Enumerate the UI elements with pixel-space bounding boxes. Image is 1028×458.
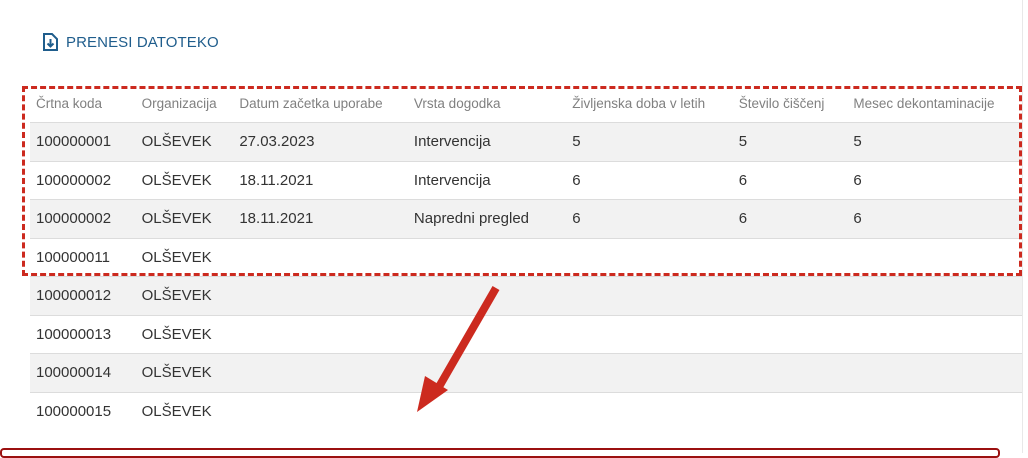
- cell-organization: OLŠEVEK: [135, 237, 234, 277]
- table-row[interactable]: 100000013 OLŠEVEK: [30, 314, 1022, 354]
- cell-start-date: 27.03.2023: [233, 122, 408, 161]
- cell-cleanings: 6: [732, 160, 848, 200]
- column-header-event-type[interactable]: Vrsta dogodka: [408, 84, 566, 123]
- download-file-button[interactable]: PRENESI DATOTEKO: [42, 33, 219, 51]
- cell-barcode: 100000011: [30, 237, 136, 277]
- table-row[interactable]: 100000001 OLŠEVEK 27.03.2023 Intervencij…: [30, 122, 1022, 161]
- cell-decontamination-month: [847, 391, 1022, 430]
- cell-barcode: 100000015: [30, 391, 136, 430]
- table-row[interactable]: 100000002 OLŠEVEK 18.11.2021 Intervencij…: [30, 160, 1022, 200]
- cell-barcode: 100000002: [30, 199, 136, 238]
- cell-cleanings: [732, 314, 848, 354]
- data-table: Črtna koda Organizacija Datum začetka up…: [30, 84, 1022, 430]
- cell-cleanings: [732, 391, 848, 430]
- cell-decontamination-month: [847, 276, 1022, 315]
- cell-organization: OLŠEVEK: [135, 391, 234, 430]
- cell-event-type: Napredni pregled: [407, 199, 567, 238]
- overlay-panel-edge: [0, 448, 1000, 458]
- cell-lifespan: [566, 276, 733, 315]
- cell-start-date: 18.11.2021: [233, 160, 408, 200]
- cell-event-type: [407, 314, 567, 354]
- cell-event-type: Intervencija: [407, 122, 567, 161]
- cell-lifespan: 5: [566, 122, 733, 161]
- column-header-lifespan[interactable]: Življenska doba v letih: [566, 84, 733, 123]
- cell-lifespan: [566, 237, 733, 277]
- cell-event-type: Intervencija: [407, 160, 567, 200]
- table-row[interactable]: 100000015 OLŠEVEK: [30, 391, 1022, 430]
- column-header-cleanings[interactable]: Število čiščenj: [733, 84, 848, 123]
- cell-start-date: [233, 353, 408, 392]
- cell-barcode: 100000002: [30, 160, 136, 200]
- cell-event-type: [407, 353, 567, 392]
- cell-decontamination-month: [847, 237, 1022, 277]
- table-row[interactable]: 100000011 OLŠEVEK: [30, 237, 1022, 277]
- cell-barcode: 100000013: [30, 314, 136, 354]
- cell-barcode: 100000012: [30, 276, 136, 315]
- cell-decontamination-month: 6: [847, 199, 1022, 238]
- cell-lifespan: 6: [566, 160, 733, 200]
- table-row[interactable]: 100000002 OLŠEVEK 18.11.2021 Napredni pr…: [30, 199, 1022, 238]
- column-header-decontamination-month[interactable]: Mesec dekontaminacije: [847, 84, 1022, 123]
- cell-organization: OLŠEVEK: [135, 276, 234, 315]
- cell-lifespan: [566, 391, 733, 430]
- cell-organization: OLŠEVEK: [135, 199, 234, 238]
- column-header-organization[interactable]: Organizacija: [136, 84, 234, 123]
- cell-start-date: [233, 391, 408, 430]
- cell-decontamination-month: 5: [847, 122, 1022, 161]
- table-row[interactable]: 100000014 OLŠEVEK: [30, 353, 1022, 392]
- cell-organization: OLŠEVEK: [135, 353, 234, 392]
- cell-cleanings: 5: [732, 122, 848, 161]
- cell-event-type: [407, 276, 567, 315]
- cell-decontamination-month: [847, 314, 1022, 354]
- cell-organization: OLŠEVEK: [135, 314, 234, 354]
- cell-decontamination-month: [847, 353, 1022, 392]
- cell-organization: OLŠEVEK: [135, 160, 234, 200]
- cell-cleanings: 6: [732, 199, 848, 238]
- table-header-row: Črtna koda Organizacija Datum začetka up…: [30, 84, 1022, 123]
- cell-lifespan: [566, 353, 733, 392]
- cell-cleanings: [732, 276, 848, 315]
- cell-lifespan: [566, 314, 733, 354]
- cell-barcode: 100000001: [30, 122, 136, 161]
- cell-start-date: 18.11.2021: [233, 199, 408, 238]
- cell-organization: OLŠEVEK: [135, 122, 234, 161]
- content-panel: PRENESI DATOTEKO Črtna koda Organizacija…: [0, 0, 1023, 458]
- cell-start-date: [233, 237, 408, 277]
- cell-cleanings: [732, 353, 848, 392]
- cell-start-date: [233, 276, 408, 315]
- table-row[interactable]: 100000012 OLŠEVEK: [30, 276, 1022, 315]
- cell-event-type: [407, 237, 567, 277]
- cell-event-type: [407, 391, 567, 430]
- cell-lifespan: 6: [566, 199, 733, 238]
- column-header-start-date[interactable]: Datum začetka uporabe: [233, 84, 408, 123]
- cell-decontamination-month: 6: [847, 160, 1022, 200]
- column-header-barcode[interactable]: Črtna koda: [30, 84, 136, 123]
- cell-barcode: 100000014: [30, 353, 136, 392]
- cell-cleanings: [732, 237, 848, 277]
- cell-start-date: [233, 314, 408, 354]
- download-file-label: PRENESI DATOTEKO: [66, 33, 219, 51]
- file-download-icon: [42, 33, 58, 51]
